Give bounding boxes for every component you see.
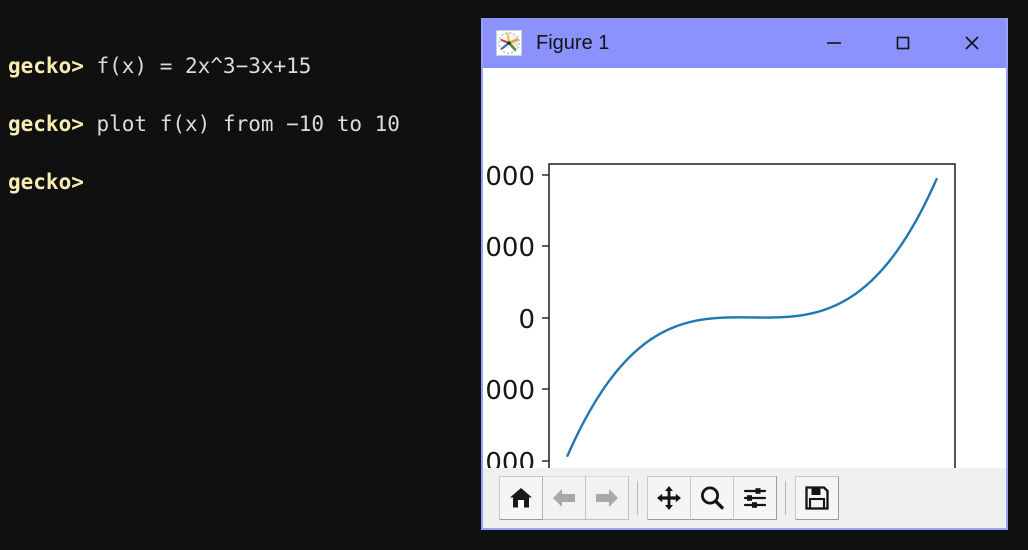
forward-button[interactable] bbox=[585, 476, 629, 520]
magnifier-icon bbox=[698, 484, 726, 512]
plot-area: 2000 1000 0 1000 2000 −10 −5 0 5 10 bbox=[483, 68, 1006, 468]
y-tick-label: 2000 bbox=[483, 162, 535, 192]
subplots-button[interactable] bbox=[733, 476, 777, 520]
window-controls bbox=[799, 18, 1006, 68]
terminal-line: gecko> plot f(x) from −10 to 10 bbox=[8, 110, 478, 168]
terminal-command: plot f(x) from −10 to 10 bbox=[83, 112, 400, 136]
y-tick-label: 0 bbox=[518, 305, 535, 335]
floppy-disk-icon bbox=[803, 484, 831, 512]
move-icon bbox=[655, 484, 683, 512]
toolbar-separator bbox=[637, 481, 638, 515]
terminal-output: gecko> f(x) = 2x^3−3x+15 gecko> plot f(x… bbox=[8, 52, 478, 226]
terminal-prompt: gecko> bbox=[8, 54, 84, 78]
figure-canvas[interactable]: 2000 1000 0 1000 2000 −10 −5 0 5 10 bbox=[483, 68, 1006, 468]
navigation-toolbar bbox=[483, 468, 1006, 528]
y-tick-label: 2000 bbox=[483, 448, 535, 468]
y-tick-label: 1000 bbox=[483, 376, 535, 406]
terminal-line: gecko> f(x) = 2x^3−3x+15 bbox=[8, 52, 478, 110]
sliders-icon bbox=[741, 484, 769, 512]
right-arrow-icon bbox=[593, 484, 621, 512]
left-arrow-icon bbox=[550, 484, 578, 512]
home-button[interactable] bbox=[499, 476, 543, 520]
close-button[interactable] bbox=[937, 18, 1006, 68]
toolbar-separator bbox=[785, 481, 786, 515]
figure-window: Figure 1 000 000 0 000 000 bbox=[481, 18, 1008, 530]
minimize-button[interactable] bbox=[799, 18, 868, 68]
terminal-command: f(x) = 2x^3−3x+15 bbox=[83, 54, 312, 78]
y-tick-label: 1000 bbox=[483, 233, 535, 263]
terminal-prompt: gecko> bbox=[8, 170, 84, 194]
terminal-line[interactable]: gecko> bbox=[8, 168, 478, 226]
window-title: Figure 1 bbox=[536, 31, 610, 54]
terminal-prompt: gecko> bbox=[8, 112, 84, 136]
back-button[interactable] bbox=[542, 476, 586, 520]
zoom-button[interactable] bbox=[690, 476, 734, 520]
home-icon bbox=[507, 484, 535, 512]
save-button[interactable] bbox=[795, 476, 839, 520]
window-titlebar[interactable]: Figure 1 bbox=[483, 18, 1006, 68]
matplotlib-icon bbox=[496, 30, 522, 56]
maximize-button[interactable] bbox=[868, 18, 937, 68]
pan-button[interactable] bbox=[647, 476, 691, 520]
